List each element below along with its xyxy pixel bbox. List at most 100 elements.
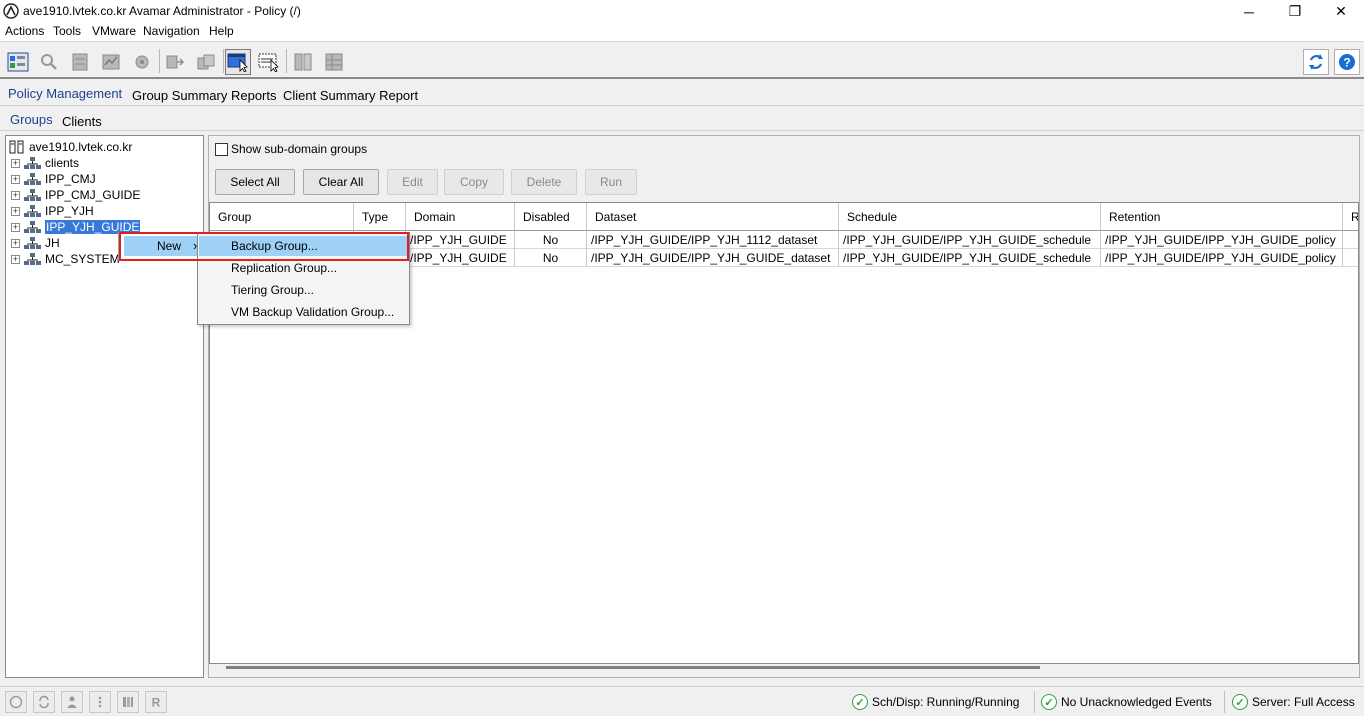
backup-restore-icon[interactable] bbox=[162, 49, 188, 75]
table-cell[interactable]: /IPP_YJH_GUIDE/IPP_YJH_GUIDE_policy bbox=[1101, 231, 1343, 249]
launcher-icon[interactable] bbox=[5, 691, 27, 713]
menu-item-tiering-group[interactable]: Tiering Group... bbox=[231, 283, 314, 297]
minimize-button[interactable]: ─ bbox=[1226, 0, 1272, 23]
table-cell[interactable] bbox=[1343, 231, 1358, 249]
user-icon[interactable] bbox=[61, 691, 83, 713]
split-view-icon[interactable] bbox=[290, 49, 316, 75]
expand-icon[interactable]: + bbox=[11, 206, 20, 216]
column-header-retention[interactable]: Retention bbox=[1101, 203, 1343, 231]
select-window-icon[interactable] bbox=[225, 49, 251, 75]
tree-item-ipp-cmj-guide[interactable]: + IPP_CMJ_GUIDE bbox=[11, 187, 140, 203]
domain-icon bbox=[24, 204, 41, 217]
menu-navigation[interactable]: Navigation bbox=[143, 24, 200, 38]
table-cell[interactable]: /IPP_YJH_GUIDE/IPP_YJH_GUIDE_dataset bbox=[587, 249, 839, 267]
tab-policy-management[interactable]: Policy Management bbox=[4, 86, 126, 101]
edit-button[interactable]: Edit bbox=[387, 169, 438, 195]
scheduler-status-text: Sch/Disp: Running/Running bbox=[872, 695, 1020, 709]
expand-icon[interactable]: + bbox=[11, 222, 20, 232]
server-icon[interactable] bbox=[67, 49, 93, 75]
close-button[interactable]: ✕ bbox=[1318, 0, 1364, 23]
tree-item-label: clients bbox=[45, 156, 80, 170]
toolbar-separator bbox=[286, 49, 287, 73]
table-cell[interactable]: /IPP_YJH_GUIDE bbox=[406, 249, 515, 267]
tools-icon[interactable] bbox=[129, 49, 155, 75]
subtab-divider bbox=[0, 130, 1364, 131]
expand-icon[interactable]: + bbox=[11, 190, 20, 200]
tree-item-jh[interactable]: + JH bbox=[11, 235, 60, 251]
tree-item-ipp-cmj[interactable]: + IPP_CMJ bbox=[11, 171, 96, 187]
clear-all-button[interactable]: Clear All bbox=[303, 169, 379, 195]
menu-vmware[interactable]: VMware bbox=[92, 24, 136, 38]
server-status: ✓ Server: Full Access bbox=[1232, 694, 1355, 710]
refresh-icon[interactable] bbox=[1303, 49, 1329, 75]
horizontal-scrollbar[interactable] bbox=[226, 666, 1040, 669]
tab-groups[interactable]: Groups bbox=[6, 112, 57, 127]
tree-item-clients[interactable]: + clients bbox=[11, 155, 79, 171]
delete-button[interactable]: Delete bbox=[511, 169, 577, 195]
maximize-button[interactable]: ❐ bbox=[1272, 0, 1318, 23]
menu-item-replication-group[interactable]: Replication Group... bbox=[231, 261, 337, 275]
tree-root-label: ave1910.lvtek.co.kr bbox=[29, 140, 133, 154]
expand-icon[interactable]: + bbox=[11, 254, 20, 264]
run-button[interactable]: Run bbox=[585, 169, 637, 195]
domain-icon bbox=[24, 156, 41, 169]
tree-root[interactable]: ave1910.lvtek.co.kr bbox=[9, 139, 132, 155]
show-subdomain-checkbox[interactable] bbox=[215, 143, 228, 156]
tree-item-ipp-yjh[interactable]: + IPP_YJH bbox=[11, 203, 94, 219]
table-cell[interactable]: /IPP_YJH_GUIDE bbox=[406, 231, 515, 249]
tree-item-label: IPP_CMJ_GUIDE bbox=[45, 188, 141, 202]
tab-client-summary-report[interactable]: Client Summary Report bbox=[279, 88, 422, 103]
table-cell[interactable]: /IPP_YJH_GUIDE/IPP_YJH_GUIDE_schedule bbox=[839, 249, 1101, 267]
column-header-type[interactable]: Type bbox=[354, 203, 406, 231]
check-circle-icon: ✓ bbox=[1041, 694, 1057, 710]
check-circle-icon: ✓ bbox=[1232, 694, 1248, 710]
column-header-group[interactable]: Group bbox=[210, 203, 354, 231]
table-cell[interactable]: No bbox=[515, 231, 587, 249]
registration-icon[interactable]: R bbox=[145, 691, 167, 713]
server-domain-icon bbox=[9, 140, 24, 154]
tab-clients[interactable]: Clients bbox=[58, 114, 106, 129]
dashed-select-icon[interactable] bbox=[256, 49, 282, 75]
highlight-annotation-box bbox=[119, 232, 409, 261]
column-header-r[interactable]: R bbox=[1343, 203, 1358, 231]
expand-icon[interactable]: + bbox=[11, 174, 20, 184]
column-header-domain[interactable]: Domain bbox=[406, 203, 515, 231]
table-cell[interactable]: /IPP_YJH_GUIDE/IPP_YJH_GUIDE_schedule bbox=[839, 231, 1101, 249]
menu-help[interactable]: Help bbox=[209, 24, 234, 38]
domain-icon bbox=[24, 172, 41, 185]
search-icon[interactable] bbox=[36, 49, 62, 75]
expand-icon[interactable]: + bbox=[11, 238, 20, 248]
menu-item-vm-backup-validation-group[interactable]: VM Backup Validation Group... bbox=[231, 305, 394, 319]
replication-icon[interactable] bbox=[193, 49, 219, 75]
tree-item-label: IPP_YJH bbox=[45, 204, 94, 218]
activity-icon[interactable] bbox=[98, 49, 124, 75]
select-all-button[interactable]: Select All bbox=[215, 169, 295, 195]
policy-window-icon[interactable] bbox=[5, 49, 31, 75]
column-header-disabled[interactable]: Disabled bbox=[515, 203, 587, 231]
menu-actions[interactable]: Actions bbox=[5, 24, 44, 38]
tab-divider bbox=[0, 105, 1364, 106]
column-header-schedule[interactable]: Schedule bbox=[839, 203, 1101, 231]
menu-tools[interactable]: Tools bbox=[53, 24, 81, 38]
table-cell[interactable]: /IPP_YJH_GUIDE/IPP_YJH_1112_dataset bbox=[587, 231, 839, 249]
help-icon[interactable]: ? bbox=[1334, 49, 1360, 75]
table-cell[interactable]: /IPP_YJH_GUIDE/IPP_YJH_GUIDE_policy bbox=[1101, 249, 1343, 267]
table-cell[interactable]: No bbox=[515, 249, 587, 267]
events-status[interactable]: ✓ No Unacknowledged Events bbox=[1041, 694, 1212, 710]
window-title: ave1910.lvtek.co.kr Avamar Administrator… bbox=[23, 4, 301, 18]
copy-button[interactable]: Copy bbox=[444, 169, 504, 195]
list-view-icon[interactable] bbox=[321, 49, 347, 75]
toolbar-separator bbox=[159, 49, 160, 73]
tree-item-mc-system[interactable]: + MC_SYSTEM bbox=[11, 251, 120, 267]
more-options-icon[interactable] bbox=[89, 691, 111, 713]
table-cell[interactable] bbox=[1343, 249, 1358, 267]
column-header-dataset[interactable]: Dataset bbox=[587, 203, 839, 231]
sync-icon[interactable] bbox=[33, 691, 55, 713]
expand-icon[interactable]: + bbox=[11, 158, 20, 168]
library-icon[interactable] bbox=[117, 691, 139, 713]
toolbar: ? bbox=[0, 43, 1364, 79]
domain-icon bbox=[24, 188, 41, 201]
tab-group-summary-reports[interactable]: Group Summary Reports bbox=[128, 88, 281, 103]
avamar-app-icon bbox=[3, 3, 19, 19]
server-status-text: Server: Full Access bbox=[1252, 695, 1355, 709]
